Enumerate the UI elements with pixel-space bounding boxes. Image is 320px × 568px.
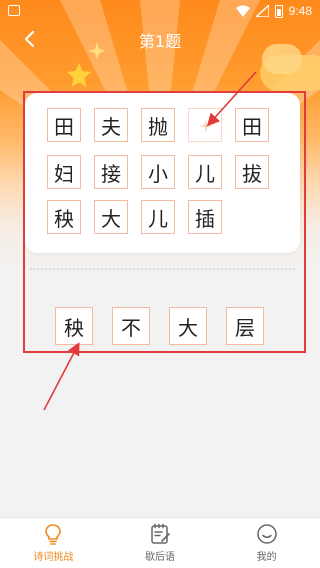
tab-mine[interactable]: 我的 <box>213 518 320 568</box>
wifi-icon <box>235 5 250 17</box>
image-notification-icon <box>8 5 20 16</box>
annotation-highlight-box <box>23 91 306 353</box>
tab-poetry-challenge[interactable]: 诗词挑战 <box>0 518 107 568</box>
page-title: 第1题 <box>138 32 182 51</box>
status-bar: 9:48 <box>0 0 320 24</box>
bottom-tab-bar: 诗词挑战 歇后语 我的 <box>0 517 320 568</box>
tab-label: 歇后语 <box>145 552 175 563</box>
signal-icon <box>255 5 269 17</box>
lightbulb-icon <box>45 524 62 545</box>
battery-icon <box>274 4 283 18</box>
status-time: 9:48 <box>288 4 312 18</box>
smiley-icon <box>256 524 277 544</box>
tab-label: 我的 <box>256 552 277 563</box>
star-icon <box>67 63 91 87</box>
notepad-icon <box>151 523 170 544</box>
tab-label: 诗词挑战 <box>33 552 74 563</box>
tab-xiehouyu[interactable]: 歇后语 <box>107 518 214 568</box>
arrow-to-answer <box>43 342 80 411</box>
